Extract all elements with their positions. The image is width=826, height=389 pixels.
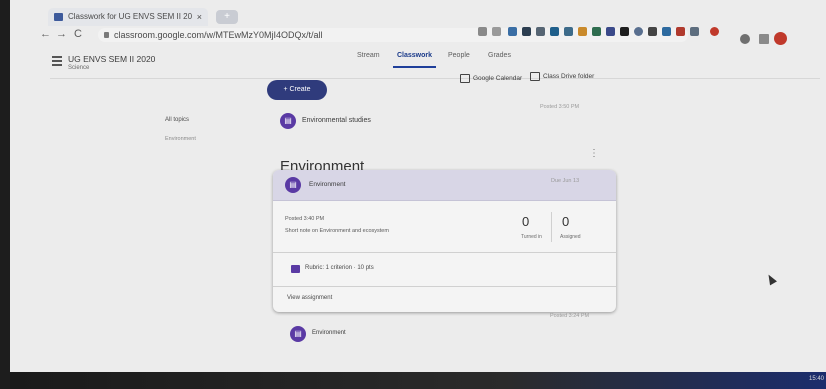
star-icon[interactable]: [492, 27, 501, 36]
browser-tab-bar: Classwork for UG ENVS SEM II 20 × +: [38, 8, 798, 26]
forward-button[interactable]: →: [56, 28, 67, 40]
extension-icon[interactable]: [522, 27, 531, 36]
assignment-card[interactable]: ▤ Environment Due Jun 13 Posted 3:40 PM …: [273, 170, 616, 312]
menu-icon[interactable]: [52, 56, 62, 68]
tab-title: Classwork for UG ENVS SEM II 20: [68, 12, 193, 21]
mouse-cursor-icon: [765, 272, 777, 286]
calendar-icon: [460, 74, 470, 83]
taskbar-clock: 15:40: [808, 376, 824, 382]
avatar[interactable]: [774, 32, 787, 45]
assigned-label: Assigned: [560, 234, 581, 240]
settings-icon[interactable]: [740, 34, 750, 44]
assignment-due: Due Jun 13: [551, 178, 580, 184]
profile-avatar-icon[interactable]: [710, 27, 719, 36]
extension-icon[interactable]: [592, 27, 601, 36]
post-title[interactable]: Environmental studies: [302, 117, 371, 124]
card-divider: [273, 286, 616, 287]
create-button[interactable]: + Create: [267, 80, 327, 100]
view-assignment-link[interactable]: View assignment: [287, 295, 332, 301]
extension-icon[interactable]: [662, 27, 671, 36]
class-title[interactable]: UG ENVS SEM II 2020: [68, 54, 155, 64]
tab-people[interactable]: People: [448, 52, 470, 59]
assignment-icon: ▤: [285, 177, 301, 193]
assignment-title: Environment: [309, 181, 346, 188]
tab-grades[interactable]: Grades: [488, 52, 511, 59]
lock-icon: [104, 32, 109, 38]
url-text: classroom.google.com/w/MTEwMzY0MjI4ODQx/…: [114, 30, 323, 40]
drive-label: Class Drive folder: [543, 73, 595, 81]
search-icon[interactable]: [478, 27, 487, 36]
turned-in-label: Turned in: [521, 234, 542, 240]
more-options-icon[interactable]: ⋮: [589, 148, 599, 159]
rubric-icon: [291, 265, 300, 273]
card-divider: [273, 252, 616, 253]
extension-icon[interactable]: [564, 27, 573, 36]
back-button[interactable]: ←: [40, 28, 51, 40]
assignment-posted: Posted 3:40 PM: [285, 216, 325, 222]
post-meta: Posted 3:24 PM: [550, 313, 590, 319]
browser-tab[interactable]: Classwork for UG ENVS SEM II 20 ×: [48, 8, 208, 26]
class-drive-folder-link[interactable]: Class Drive folder: [530, 72, 594, 81]
browser-toolbar: ← → C classroom.google.com/w/MTEwMzY0MjI…: [38, 26, 808, 46]
reload-button[interactable]: C: [74, 28, 82, 40]
classroom-header: UG ENVS SEM II 2020 Science Stream Class…: [50, 32, 820, 79]
assignment-header[interactable]: ▤ Environment Due Jun 13: [273, 170, 616, 201]
material-icon: ▤: [280, 113, 296, 129]
class-subject: Science: [68, 65, 90, 71]
extension-icon[interactable]: [634, 27, 643, 36]
rubric-text[interactable]: Rubric: 1 criterion · 10 pts: [305, 265, 374, 271]
extension-icon[interactable]: [606, 27, 615, 36]
tab-classwork[interactable]: Classwork: [392, 52, 437, 68]
taskbar: 15:40: [10, 372, 826, 389]
extension-icon[interactable]: [690, 27, 699, 36]
google-calendar-link[interactable]: Google Calendar: [460, 74, 522, 83]
tab-close-icon[interactable]: ×: [197, 8, 202, 26]
post-meta: Posted 3:50 PM: [540, 104, 580, 110]
turned-in-count[interactable]: 0: [522, 214, 529, 229]
screen: Classwork for UG ENVS SEM II 20 × + ← → …: [0, 0, 826, 389]
assignment-description: Short note on Environment and ecosystem: [285, 228, 389, 234]
extension-icon[interactable]: [550, 27, 559, 36]
extension-icon[interactable]: [578, 27, 587, 36]
extension-icon[interactable]: [508, 27, 517, 36]
extension-icon[interactable]: [648, 27, 657, 36]
folder-icon: [530, 72, 540, 81]
sidebar-item-all-topics[interactable]: All topics: [165, 117, 189, 123]
extension-icon[interactable]: [620, 27, 629, 36]
sidebar-item-environment[interactable]: Environment: [165, 136, 196, 142]
extension-icon[interactable]: [536, 27, 545, 36]
post-title[interactable]: Environment: [312, 330, 346, 336]
apps-icon[interactable]: [759, 34, 769, 44]
calendar-label: Google Calendar: [473, 75, 523, 83]
tab-stream[interactable]: Stream: [357, 52, 380, 59]
stat-divider: [551, 212, 552, 242]
new-tab-button[interactable]: +: [216, 10, 238, 24]
material-icon: ▤: [290, 326, 306, 342]
classroom-favicon-icon: [54, 13, 63, 21]
assigned-count[interactable]: 0: [562, 214, 569, 229]
extension-icon[interactable]: [676, 27, 685, 36]
